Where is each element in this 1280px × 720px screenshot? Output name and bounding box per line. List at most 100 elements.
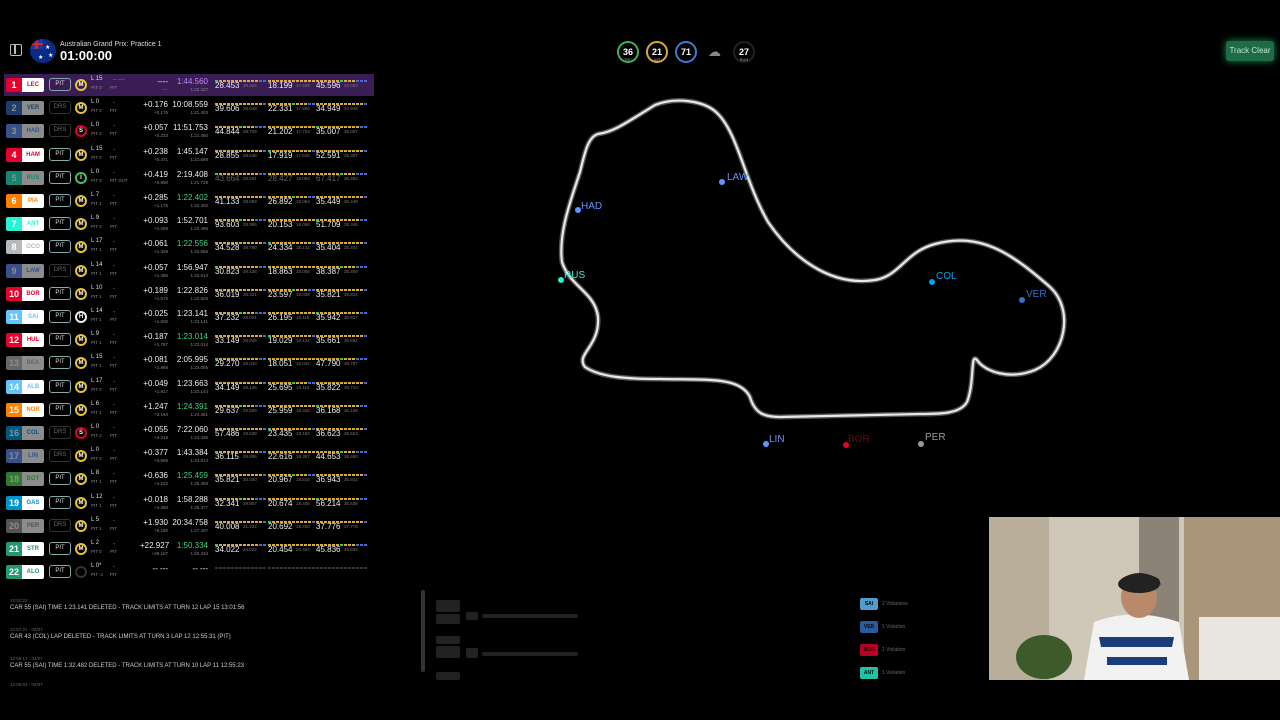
interval: +0.176	[154, 110, 168, 116]
mini-sector	[296, 497, 299, 500]
mini-sector	[356, 149, 359, 152]
position-change: -	[113, 169, 115, 176]
mini-sector	[259, 288, 262, 291]
race-control-scrollbar[interactable]	[421, 590, 425, 672]
sector-time: 36.019	[215, 289, 240, 299]
pit-count: PIT 1	[91, 502, 102, 508]
driver-row[interactable]: 21 STR PIT M L 2 PIT 0 PIT - +22.927 +29.107 1:50.…	[4, 538, 374, 560]
sector-time: 20.692	[268, 521, 293, 531]
pit-status: PIT	[110, 201, 118, 206]
best-lap: 1:23.663	[176, 378, 208, 388]
driver-row[interactable]: 12 HUL PIT M L 9 PIT 1 PIT - +0.187 +1.787 1:23.01…	[4, 329, 374, 351]
mini-sectors	[316, 330, 368, 338]
mini-sector	[259, 312, 262, 314]
mini-sector	[356, 242, 359, 245]
driver-row[interactable]: 10 BOR PIT M L 10 PIT 1 PIT - +0.189 +1.575 1:22.8…	[4, 283, 374, 305]
mini-sector	[259, 451, 262, 454]
mini-sector	[348, 126, 351, 129]
pit-status: PIT	[110, 108, 118, 114]
sector-best: 18.042	[296, 361, 310, 367]
mini-sectors	[268, 353, 320, 361]
driver-code: STR	[22, 542, 44, 556]
sector-time: 93.603	[215, 220, 240, 230]
driver-row[interactable]: 16 COL DRS S L 0 PIT 2 PIT - +0.055 +3.219 7:22.06…	[4, 422, 374, 444]
mini-sector	[296, 149, 299, 152]
mini-sector	[308, 265, 311, 268]
mini-sectors	[268, 168, 320, 175]
sector-best: 28.996	[243, 222, 257, 228]
mini-sectors	[215, 191, 267, 198]
car-marker-per	[918, 441, 924, 447]
mini-sector	[364, 196, 367, 198]
mini-sector	[300, 149, 303, 152]
sector-time: 36.943	[316, 475, 341, 485]
driver-row[interactable]: 3 HAD DRS S L 0 PIT 2 PIT - +0.057 +0.233 11:51.75…	[4, 120, 374, 142]
sector-best: 36.690	[344, 454, 358, 460]
mini-sector	[263, 428, 266, 430]
mini-sector	[340, 567, 343, 570]
driver-row[interactable]: 17 LIN DRS M L 0 PIT 2 PIT - +0.377 +3.596 1:43.38…	[4, 445, 374, 467]
sector-best: 30.000	[243, 477, 257, 483]
driver-row[interactable]: 4 HAM PIT M L 15 PIT 0 PIT - +0.238 +0.471 1:45.14…	[4, 144, 374, 166]
mini-sector	[247, 358, 250, 361]
driver-row[interactable]: 1 LEC PIT M L 15 PIT 0 PIT -- --- ---- ---- 1:44.5…	[4, 74, 374, 96]
mini-sectors	[215, 446, 267, 454]
driver-code: OCO	[22, 240, 44, 255]
tyre-compound-icon: M	[75, 496, 87, 509]
gap-to-leader: ----	[157, 77, 168, 86]
mini-sector	[259, 149, 262, 152]
position-badge: 13	[6, 356, 22, 371]
mini-sector	[243, 404, 246, 407]
mini-sector	[255, 288, 258, 291]
humidity-gauge: 71	[675, 41, 697, 63]
sector-time: 28.855	[215, 150, 240, 160]
mini-sector	[219, 567, 222, 570]
driver-row[interactable]: 15 NOR PIT M L 6 PIT 1 PIT - +1.247 +3.164 1:24.39…	[4, 399, 374, 421]
lap-count: L 0	[91, 424, 100, 430]
driver-row[interactable]: 5 RUS PIT I L 0 PIT 3 PIT OUT - +0.419 +0.890 2:19…	[4, 167, 374, 189]
driver-row[interactable]: 11 SAI PIT H L 14 PIT 1 PIT - +0.025 +1.600 1:23.1…	[4, 306, 374, 328]
driver-row[interactable]: 19 GAS PIT M L 12 PIT 1 PIT - +0.018 +4.250 1:58.2…	[4, 492, 374, 514]
mini-sector	[300, 80, 303, 82]
last-lap: 1:22.613	[190, 272, 208, 278]
interval: +1.917	[154, 388, 168, 394]
sector-time: 20.967	[268, 475, 293, 485]
last-lap: 1:22.556	[190, 249, 208, 255]
position-badge: 5	[6, 170, 22, 185]
driver-row[interactable]: 8 OCO PIT M L 17 PIT 1 PIT - +0.061 +1.329 1:22.55…	[4, 236, 374, 258]
mini-sector	[308, 288, 311, 291]
mini-sector	[259, 428, 262, 430]
driver-row[interactable]: 18 BOT PIT M L 8 PIT 1 PIT - +0.636 +4.232 1:25.45…	[4, 468, 374, 490]
mini-sector	[344, 219, 347, 222]
mini-sectors	[215, 121, 267, 129]
sector-time: 23.597	[268, 289, 293, 299]
mini-sectors	[316, 98, 368, 106]
mini-sectors	[316, 284, 368, 291]
mini-sector	[304, 265, 307, 268]
driver-row[interactable]: 9 LAW DRS M L 14 PIT 1 PIT - +0.057 +1.386 1:56.94…	[4, 260, 374, 282]
mini-sectors	[268, 145, 320, 152]
tyre-compound-icon: M	[75, 241, 87, 254]
mini-sector	[243, 520, 246, 523]
driver-row[interactable]: 22 ALO PIT L 0* PIT -1 PIT - -- --- -- ---	[4, 561, 374, 583]
gap-to-leader: +0.093	[143, 216, 168, 226]
rc-message: CAR 55 (SAI) TIME 1:32.482 DELETED - TRA…	[10, 663, 244, 669]
mini-sector	[364, 567, 367, 570]
driver-row[interactable]: 2 VER DRS M L 0 PIT 2 PIT - +0.176 +0.176 10:08.55…	[4, 97, 374, 119]
driver-row[interactable]: 6 PIA PIT M L 7 PIT 1 PIT - +0.285 +1.175 1:22.402…	[4, 190, 374, 212]
driver-row[interactable]: 13 BEA PIT M L 15 PIT 1 PIT - +0.081 +1.868 2:05.9…	[4, 352, 374, 374]
australia-flag-icon: ★ ★ ★	[30, 39, 56, 63]
driver-code: SAI	[22, 310, 44, 324]
event-name: Australian Grand Prix: Practice 1	[60, 41, 162, 48]
mini-sectors	[268, 423, 320, 430]
position-change: -	[113, 123, 115, 130]
sidebar-toggle-icon[interactable]	[10, 44, 22, 56]
best-lap: 1:52.701	[176, 216, 208, 226]
driver-row[interactable]: 7 ANT PIT M L 9 PIT 2 PIT - +0.093 +1.268 1:52.701…	[4, 213, 374, 235]
position-change: -	[113, 309, 115, 315]
lap-count: L 15	[91, 76, 103, 82]
mini-sectors	[268, 400, 320, 407]
driver-row[interactable]: 20 PER DRS M L 5 PIT 1 PIT - +1.930 +6.180 20:34.7…	[4, 515, 374, 537]
mini-sector	[296, 265, 299, 268]
driver-row[interactable]: 14 ALB PIT M L 17 PIT 0 PIT - +0.049 +1.917 1:23.6…	[4, 376, 374, 398]
